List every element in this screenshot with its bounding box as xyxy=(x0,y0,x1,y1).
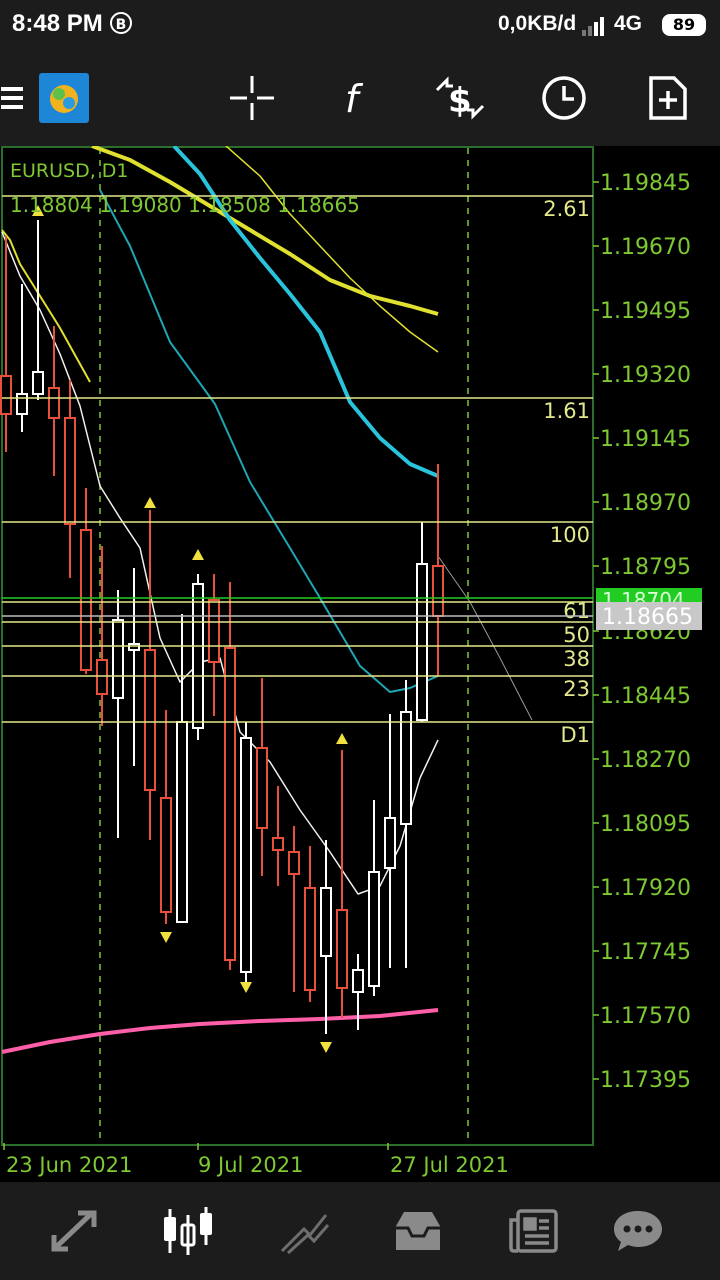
price-tick-label: 1.19670 xyxy=(600,235,691,260)
fractal-up-arrow xyxy=(192,549,204,560)
candle-bear xyxy=(64,417,76,525)
price-tick-label: 1.18795 xyxy=(600,555,691,580)
candle-bull xyxy=(368,871,380,987)
candle-bear xyxy=(0,375,12,415)
fib-level-label: 2.61 xyxy=(543,197,590,221)
status-time: 8:48 PM xyxy=(12,10,103,37)
candle-bull xyxy=(240,737,252,973)
fib-level-label: 61 xyxy=(563,599,590,623)
add-object-icon[interactable] xyxy=(642,50,694,146)
candle-bear xyxy=(96,659,108,695)
price-tick-label: 1.18095 xyxy=(600,812,691,837)
date-label-3: 27 Jul 2021 xyxy=(390,1153,509,1177)
bottom-navigation xyxy=(0,1182,720,1280)
chart-toolbar: f $ xyxy=(0,50,720,146)
menu-icon[interactable] xyxy=(0,50,24,146)
fib-level-label: D1 xyxy=(560,723,590,747)
fractal-down-arrow xyxy=(240,982,252,993)
network-type: 4G xyxy=(614,12,643,35)
candle-bear xyxy=(144,649,156,791)
price-tick-label: 1.17745 xyxy=(600,940,691,965)
chat-icon[interactable] xyxy=(598,1182,678,1280)
trade-icon[interactable]: $ xyxy=(432,50,488,146)
price-tick-label: 1.19495 xyxy=(600,299,691,324)
symbol-label: EURUSD, D1 xyxy=(10,160,129,182)
quotes-icon[interactable] xyxy=(34,1182,114,1280)
candle-bull xyxy=(320,887,332,957)
candle-bear xyxy=(272,837,284,851)
candle-bear xyxy=(304,887,316,991)
ma-yellow-thin xyxy=(1,229,91,383)
fractal-up-arrow xyxy=(336,733,348,744)
chart-icon[interactable] xyxy=(148,1182,228,1280)
ma-grey-forecast xyxy=(437,555,533,721)
candle-bear xyxy=(432,565,444,617)
price-tick-label: 1.19320 xyxy=(600,363,691,388)
fib-level-label: 1.61 xyxy=(543,399,590,423)
candle-bull xyxy=(192,583,204,729)
candle-bear xyxy=(224,647,236,961)
ma-yellow-thin xyxy=(225,145,439,353)
candle-bear xyxy=(256,747,268,829)
candle-bear xyxy=(48,387,60,419)
candle-bull xyxy=(416,563,428,721)
price-tick-label: 1.17395 xyxy=(600,1068,691,1093)
price-chart[interactable]: 2.61 1.61 100 61 50 38 23 D1 1.19845 1.19670 1.19… xyxy=(0,144,720,1182)
date-label-1: 23 Jun 2021 xyxy=(6,1153,132,1177)
fib-level-label: 100 xyxy=(550,523,590,547)
ma-white xyxy=(1,231,439,895)
candle-bear xyxy=(288,851,300,875)
candle-bear xyxy=(336,909,348,989)
fib-level-label: 23 xyxy=(563,677,590,701)
price-tick-label: 1.19845 xyxy=(600,171,691,196)
candle-bull xyxy=(352,969,364,993)
price-tick-label: 1.18270 xyxy=(600,748,691,773)
ma-yellow-thick xyxy=(91,144,439,316)
price-tick-label: 1.17570 xyxy=(600,1004,691,1029)
ohlc-label: 1.18804 1.19080 1.18508 1.18665 xyxy=(10,193,360,217)
battery-icon: 89 xyxy=(662,14,706,36)
trade-nav-icon[interactable] xyxy=(264,1182,344,1280)
candle-bear xyxy=(208,599,220,663)
history-icon[interactable] xyxy=(378,1182,458,1280)
svg-text:f: f xyxy=(345,77,364,120)
price-tick-label: 1.18445 xyxy=(600,684,691,709)
candle-bull xyxy=(32,371,44,395)
candle-bull xyxy=(112,619,124,699)
price-tick-label: 1.19145 xyxy=(600,427,691,452)
metatrader-logo-icon[interactable] xyxy=(38,50,90,146)
fib-level-label: 38 xyxy=(563,647,590,671)
ma-pink xyxy=(1,1008,439,1054)
chart-canvas[interactable]: 2.61 1.61 100 615038 23 D1 1.19845 1.19670 1.19… xyxy=(0,144,720,1182)
signal-icon xyxy=(582,17,604,36)
fractal-up-arrow xyxy=(144,497,156,508)
fractal-down-arrow xyxy=(160,932,172,943)
indicators-icon[interactable]: f xyxy=(330,50,382,146)
candle-bull xyxy=(16,393,28,415)
fib-level-label: 50 xyxy=(563,623,590,647)
news-icon[interactable] xyxy=(494,1182,574,1280)
candle-bull xyxy=(176,721,188,923)
status-bar: 8:48 PM B 0,0KB/d 4G 89 xyxy=(0,0,720,50)
candle-bear xyxy=(160,797,172,913)
bid-price-tag: 1.18665 xyxy=(602,605,693,630)
candle-bull xyxy=(128,643,140,651)
price-tick-label: 1.18970 xyxy=(600,491,691,516)
candle-bear xyxy=(80,529,92,671)
crosshair-icon[interactable] xyxy=(226,50,278,146)
date-label-2: 9 Jul 2021 xyxy=(198,1153,304,1177)
fractal-down-arrow xyxy=(320,1042,332,1053)
candle-bull xyxy=(400,711,412,825)
price-tick-label: 1.17920 xyxy=(600,876,691,901)
network-speed: 0,0KB/d xyxy=(498,12,577,35)
candle-bull xyxy=(384,817,396,869)
b-badge-icon: B xyxy=(110,12,132,34)
timeframe-clock-icon[interactable] xyxy=(538,50,590,146)
